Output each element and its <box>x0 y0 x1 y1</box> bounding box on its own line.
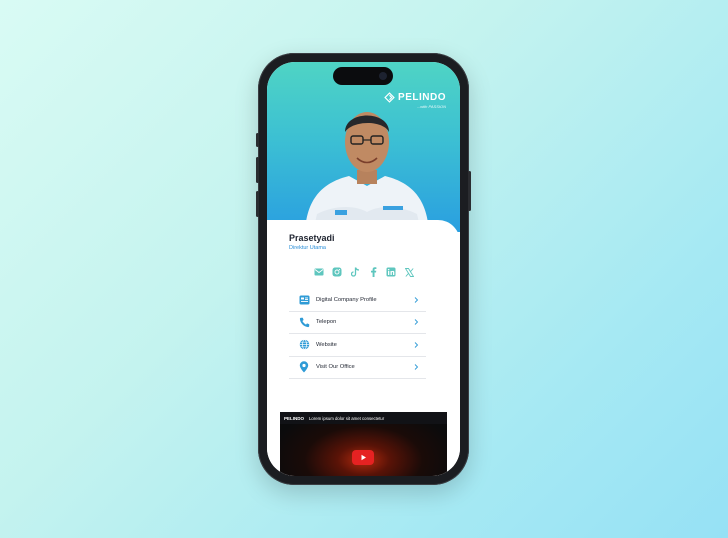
facebook-icon[interactable] <box>367 266 379 278</box>
chevron-right-icon <box>414 341 419 348</box>
menu-item-label: Telepon <box>316 319 337 326</box>
phone-frame: PELINDO ...with PASSION Prasetyadi Direk… <box>256 53 471 485</box>
video-embed[interactable]: PELINDO Lorem ipsum dolor sit amet conse… <box>280 412 447 476</box>
video-title: Lorem ipsum dolor sit amet consectetur <box>309 415 385 421</box>
social-links <box>313 266 415 278</box>
profile-card-icon <box>298 294 310 306</box>
menu-item-visit-our-office[interactable]: Visit Our Office <box>289 357 426 379</box>
instagram-icon[interactable] <box>331 266 343 278</box>
profile-name: Prasetyadi <box>289 233 335 243</box>
tiktok-icon[interactable] <box>349 266 361 278</box>
video-title-bar: PELINDO Lorem ipsum dolor sit amet conse… <box>280 412 447 424</box>
menu-item-digital-company-profile[interactable]: Digital Company Profile <box>289 289 426 312</box>
phone-side-button <box>256 133 259 147</box>
email-icon[interactable] <box>313 266 325 278</box>
menu-item-telepon[interactable]: Telepon <box>289 312 426 334</box>
phone-screen: PELINDO ...with PASSION Prasetyadi Direk… <box>267 62 460 476</box>
menu-item-website[interactable]: Website <box>289 334 426 357</box>
dynamic-island <box>333 67 393 85</box>
video-channel-logo: PELINDO <box>284 415 305 421</box>
chevron-right-icon <box>414 364 419 371</box>
phone-icon <box>298 316 310 328</box>
phone-volume-up-button <box>256 157 259 183</box>
globe-icon <box>298 339 310 351</box>
linkedin-icon[interactable] <box>385 266 397 278</box>
profile-header: PELINDO ...with PASSION <box>267 62 460 232</box>
profile-photo <box>305 112 429 232</box>
menu-item-label: Digital Company Profile <box>316 296 377 303</box>
contact-menu: Digital Company Profile Telepon Website <box>289 289 426 379</box>
phone-volume-down-button <box>256 191 259 217</box>
profile-role: Direktur Utama <box>289 245 326 251</box>
menu-item-label: Visit Our Office <box>316 364 355 371</box>
youtube-play-button[interactable] <box>352 450 374 465</box>
location-pin-icon <box>298 361 310 373</box>
chevron-right-icon <box>414 296 419 303</box>
x-icon[interactable] <box>403 266 415 278</box>
chevron-right-icon <box>414 319 419 326</box>
menu-item-label: Website <box>316 341 337 348</box>
play-icon <box>361 454 366 461</box>
phone-power-button <box>468 171 471 211</box>
